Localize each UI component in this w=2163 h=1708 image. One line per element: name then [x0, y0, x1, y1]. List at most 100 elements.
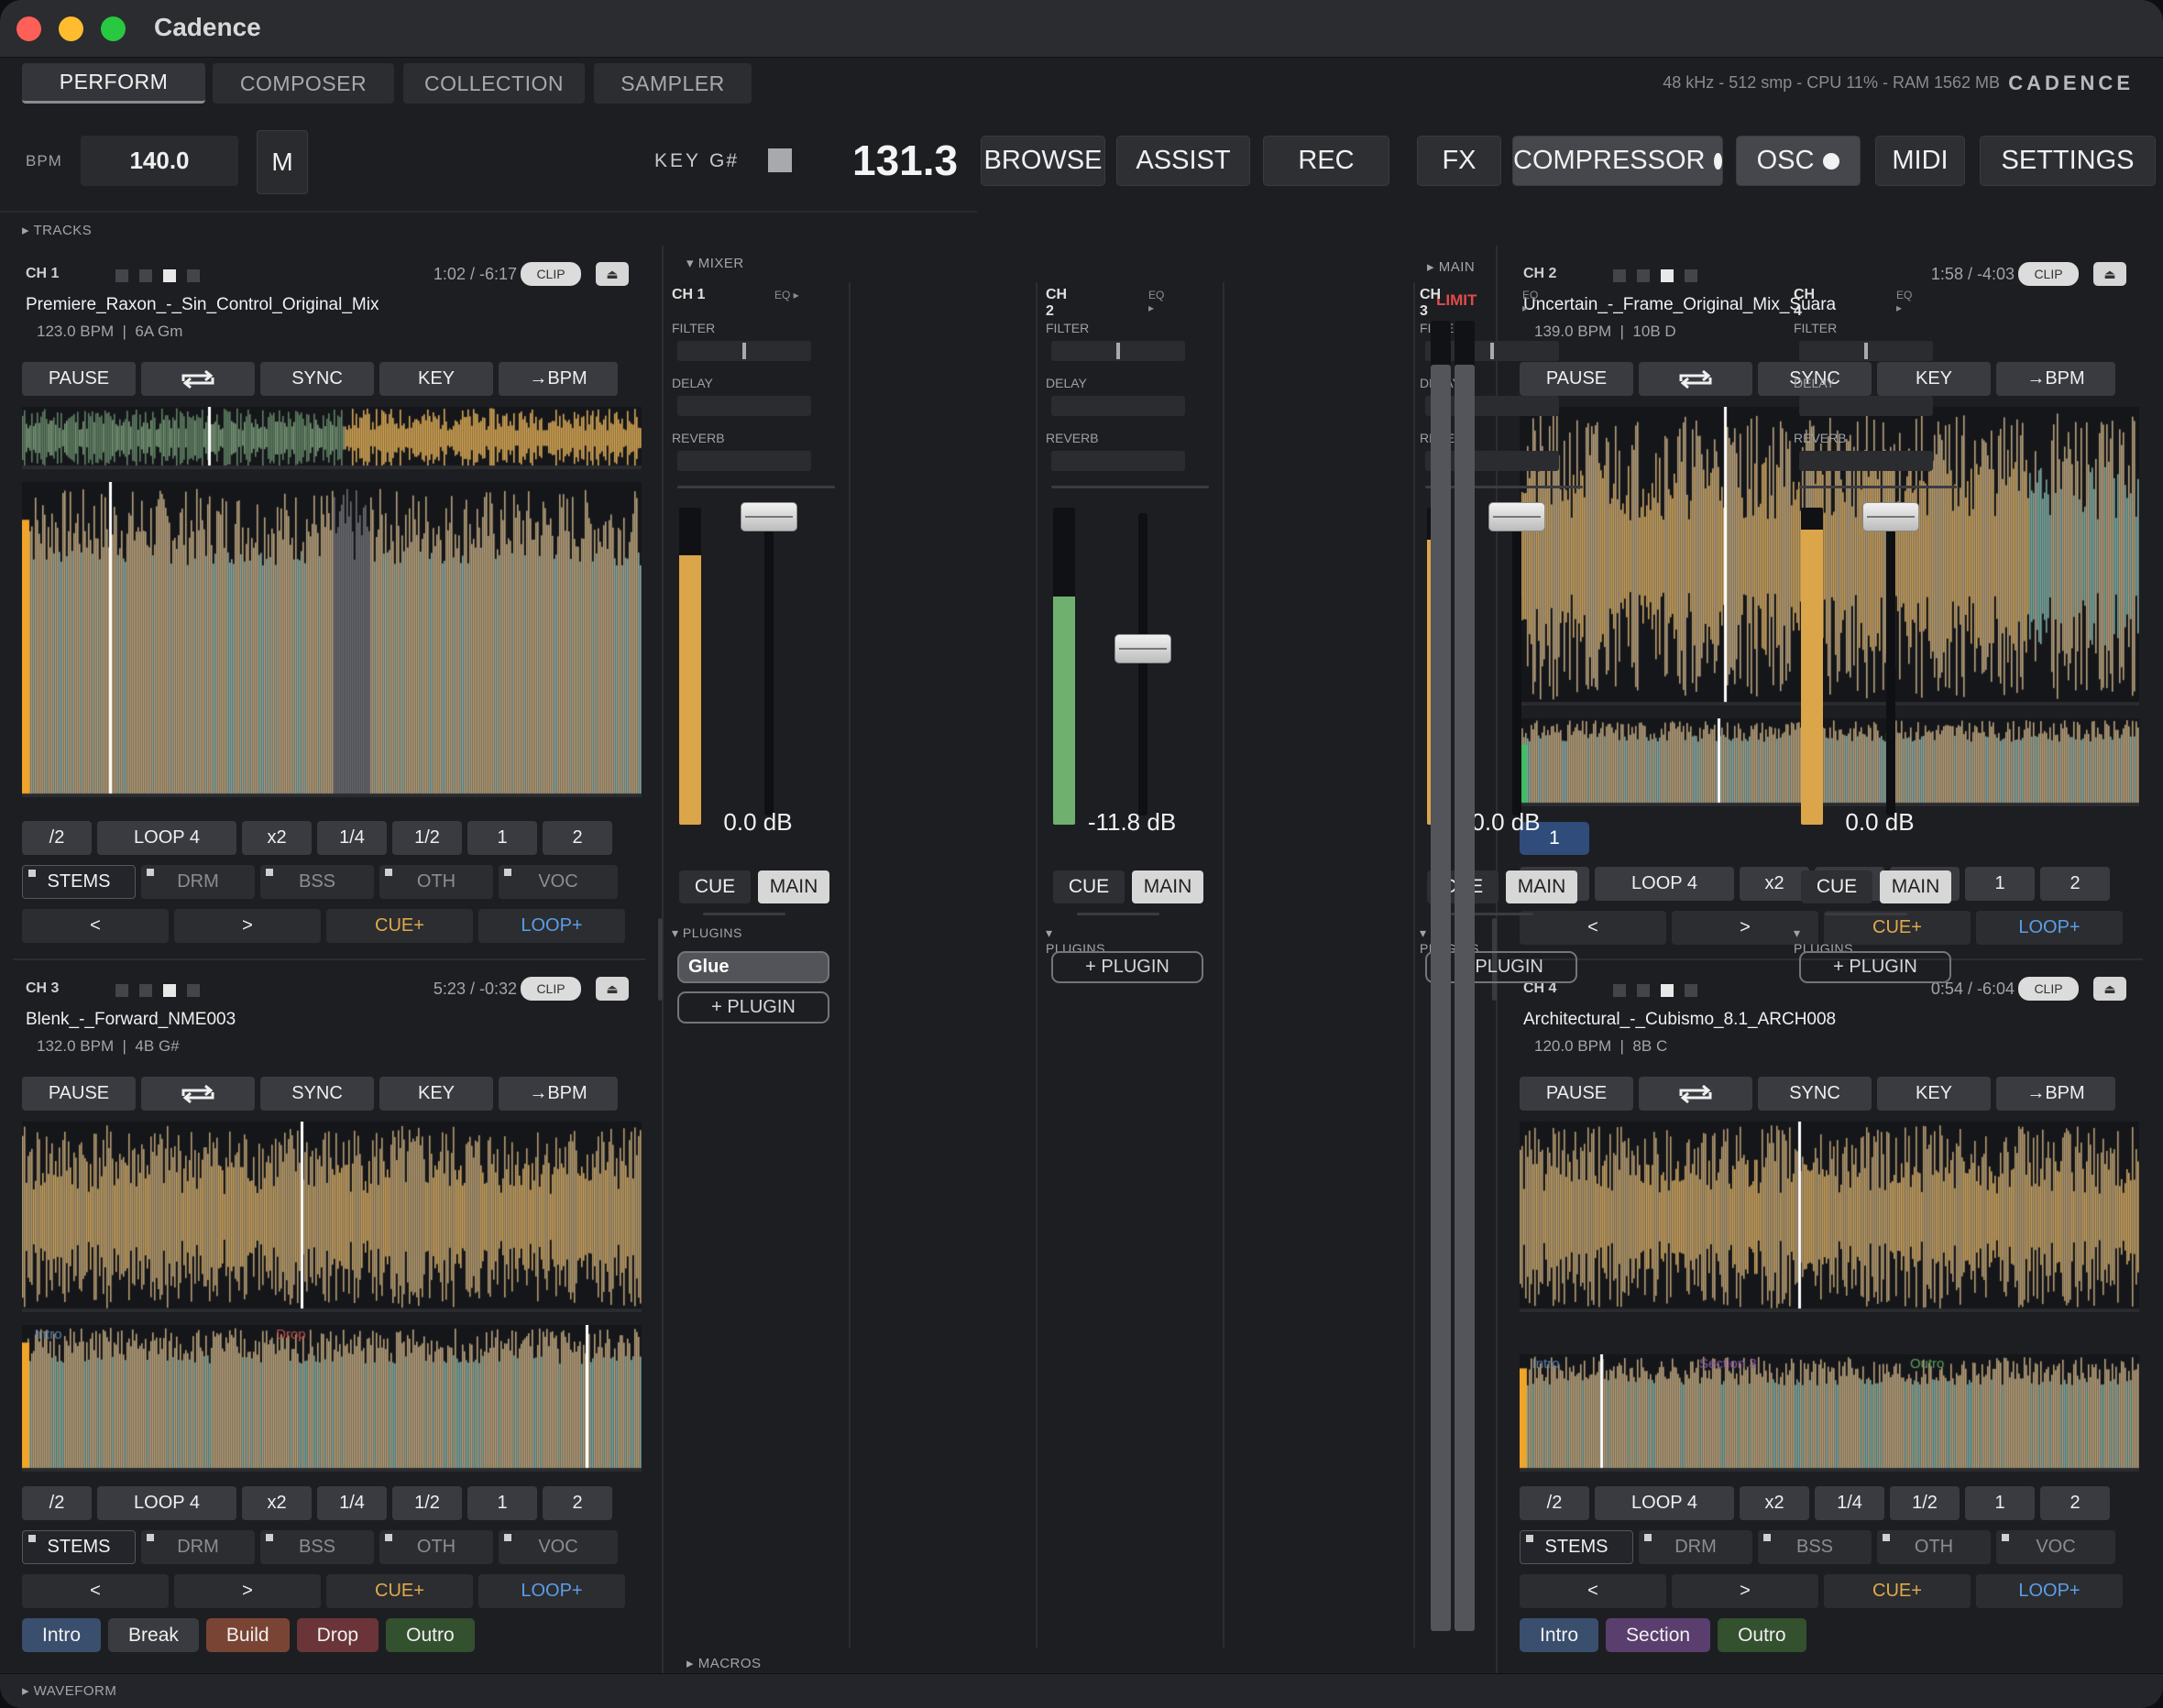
stem-button[interactable]: BSS: [260, 1530, 374, 1564]
add-loop-button[interactable]: LOOP+: [478, 909, 625, 943]
beatjump-back-button[interactable]: <: [22, 909, 169, 943]
add-cue-button[interactable]: CUE+: [326, 1574, 473, 1608]
pause-button[interactable]: PAUSE: [22, 1077, 136, 1111]
tab-perform[interactable]: PERFORM: [22, 63, 205, 104]
section-cue-button[interactable]: Outro: [1718, 1618, 1806, 1652]
waveform-overview[interactable]: [1520, 718, 2139, 806]
clip-button[interactable]: CLIP: [521, 977, 581, 1001]
waveform-overview[interactable]: [22, 407, 642, 469]
loop-size-button[interactable]: /2: [22, 1486, 92, 1520]
sync-button[interactable]: SYNC: [260, 1077, 374, 1111]
loop-toggle-button[interactable]: [141, 362, 255, 396]
clip-button[interactable]: CLIP: [521, 262, 581, 286]
delay-slider[interactable]: [677, 396, 811, 416]
reverb-slider[interactable]: [677, 451, 811, 471]
beatjump-back-button[interactable]: <: [1520, 1574, 1666, 1608]
match-bpm-button[interactable]: →BPM: [499, 1077, 618, 1111]
key-sync-button[interactable]: KEY: [379, 362, 493, 396]
key-sync-button[interactable]: KEY: [1877, 362, 1991, 396]
eject-icon[interactable]: ⏏: [596, 977, 629, 1001]
waveform-section-toggle[interactable]: ▸ WAVEFORM: [22, 1682, 116, 1699]
beatjump-forward-button[interactable]: >: [174, 1574, 321, 1608]
pause-button[interactable]: PAUSE: [1520, 1077, 1633, 1111]
loop-size-button[interactable]: 1: [467, 821, 537, 855]
deck-resize-handle[interactable]: [658, 918, 663, 1001]
pause-button[interactable]: PAUSE: [1520, 362, 1633, 396]
stem-button[interactable]: OTH: [1877, 1530, 1991, 1564]
channel-fader[interactable]: [1862, 502, 1919, 531]
compressor-button[interactable]: COMPRESSOR: [1512, 136, 1723, 186]
eject-icon[interactable]: ⏏: [596, 262, 629, 286]
loop-size-button[interactable]: 1: [1965, 1486, 2035, 1520]
channel-fader[interactable]: [741, 502, 797, 531]
plugin-slot[interactable]: Glue: [677, 951, 829, 983]
section-cue-button[interactable]: Section: [1606, 1618, 1711, 1652]
loop-size-button[interactable]: 1/4: [317, 1486, 387, 1520]
stem-button[interactable]: DRM: [141, 1530, 255, 1564]
main-section-toggle[interactable]: ▸ MAIN: [1427, 258, 1475, 275]
sync-button[interactable]: SYNC: [1758, 1077, 1872, 1111]
loop-toggle-button[interactable]: [1639, 362, 1752, 396]
channel-cue-button[interactable]: CUE: [1801, 870, 1872, 903]
add-plugin-button[interactable]: + PLUGIN: [677, 991, 829, 1024]
channel-fader[interactable]: [1488, 502, 1545, 531]
filter-slider[interactable]: [1051, 341, 1185, 361]
reverb-slider[interactable]: [1799, 451, 1933, 471]
add-cue-button[interactable]: CUE+: [1824, 1574, 1971, 1608]
section-cue-button[interactable]: Outro: [386, 1618, 475, 1652]
key-lock-toggle[interactable]: [768, 148, 792, 172]
waveform-overview[interactable]: [1520, 1354, 2139, 1472]
stem-button[interactable]: BSS: [260, 865, 374, 899]
eject-icon[interactable]: ⏏: [2093, 262, 2126, 286]
loop-size-button[interactable]: LOOP 4: [1595, 867, 1734, 901]
section-cue-button[interactable]: Drop: [296, 1618, 379, 1652]
loop-size-button[interactable]: x2: [242, 1486, 312, 1520]
zoom-window-button[interactable]: [101, 16, 126, 41]
channel-main-button[interactable]: MAIN: [1132, 870, 1203, 903]
minimize-window-button[interactable]: [59, 16, 83, 41]
browse-button[interactable]: BROWSE: [981, 136, 1105, 186]
loop-size-button[interactable]: 1/4: [1815, 1486, 1884, 1520]
close-window-button[interactable]: [16, 16, 41, 41]
channel-main-button[interactable]: MAIN: [1880, 870, 1951, 903]
beatjump-forward-button[interactable]: >: [174, 909, 321, 943]
section-cue-button[interactable]: Build: [205, 1618, 290, 1652]
channel-fader[interactable]: [1114, 634, 1171, 663]
tab-sampler[interactable]: SAMPLER: [594, 63, 752, 104]
waveform-overview[interactable]: [22, 1325, 642, 1472]
master-button[interactable]: M: [257, 130, 308, 194]
loop-size-button[interactable]: 2: [2040, 867, 2110, 901]
delay-slider[interactable]: [1051, 396, 1185, 416]
loop-toggle-button[interactable]: [1639, 1077, 1752, 1111]
tab-collection[interactable]: COLLECTION: [403, 63, 585, 104]
stem-button[interactable]: STEMS: [1520, 1530, 1633, 1564]
beatjump-back-button[interactable]: <: [22, 1574, 169, 1608]
filter-slider[interactable]: [677, 341, 811, 361]
loop-size-button[interactable]: x2: [1740, 1486, 1809, 1520]
settings-button[interactable]: SETTINGS: [1980, 136, 2156, 186]
add-cue-button[interactable]: CUE+: [326, 909, 473, 943]
eq-toggle[interactable]: EQ ▸: [1148, 289, 1164, 314]
add-loop-button[interactable]: LOOP+: [478, 1574, 625, 1608]
plugins-section-toggle[interactable]: ▾ PLUGINS: [672, 925, 742, 941]
add-plugin-button[interactable]: + PLUGIN: [1051, 951, 1203, 983]
loop-size-button[interactable]: x2: [242, 821, 312, 855]
clip-button[interactable]: CLIP: [2018, 262, 2079, 286]
eq-toggle[interactable]: EQ ▸: [1522, 289, 1538, 314]
clip-button[interactable]: CLIP: [2018, 977, 2079, 1001]
loop-size-button[interactable]: LOOP 4: [1595, 1486, 1734, 1520]
loop-size-button[interactable]: 1/2: [392, 821, 462, 855]
bpm-input[interactable]: 140.0: [81, 136, 238, 186]
section-cue-button[interactable]: Break: [108, 1618, 199, 1652]
stem-button[interactable]: STEMS: [22, 865, 136, 899]
beatjump-back-button[interactable]: <: [1520, 911, 1666, 945]
loop-size-button[interactable]: 2: [2040, 1486, 2110, 1520]
eq-toggle[interactable]: EQ ▸: [1896, 289, 1912, 314]
match-bpm-button[interactable]: →BPM: [1996, 1077, 2115, 1111]
stem-button[interactable]: VOC: [499, 865, 618, 899]
channel-main-button[interactable]: MAIN: [758, 870, 829, 903]
stem-button[interactable]: DRM: [141, 865, 255, 899]
eq-toggle[interactable]: EQ ▸: [774, 289, 799, 301]
loop-size-button[interactable]: 1: [467, 1486, 537, 1520]
stem-button[interactable]: DRM: [1639, 1530, 1752, 1564]
